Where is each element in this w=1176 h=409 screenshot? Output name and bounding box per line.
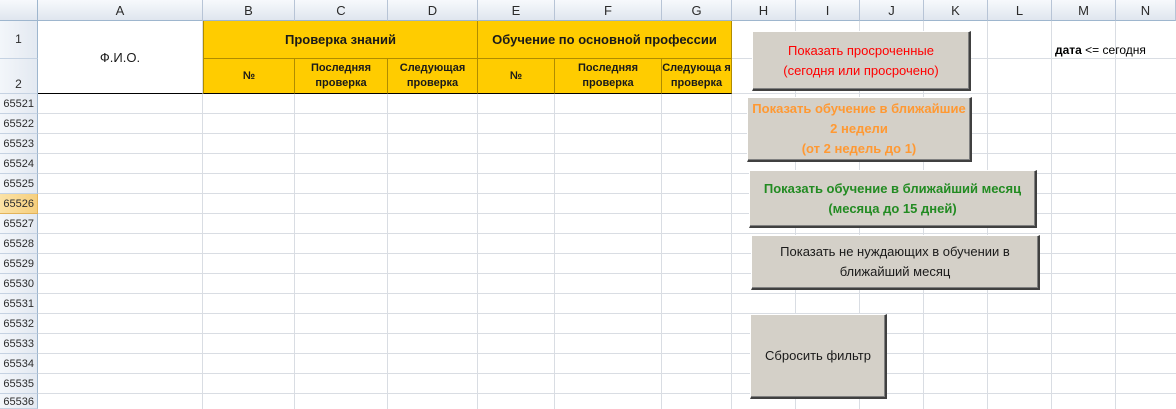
column-header-f[interactable]: F [555, 0, 662, 21]
grid-line [38, 133, 1176, 134]
column-header-h[interactable]: H [732, 0, 796, 21]
row-header[interactable]: 65528 [0, 234, 38, 254]
column-header-m[interactable]: M [1052, 0, 1116, 21]
column-header-k[interactable]: K [924, 0, 988, 21]
header-next-check-1[interactable]: Следующая проверка [388, 59, 478, 94]
row-header[interactable]: 65534 [0, 354, 38, 374]
grid-line [1051, 21, 1052, 409]
grid-line [38, 313, 1176, 314]
grid-line [38, 113, 1176, 114]
show-two-weeks-button[interactable]: Показать обучение в ближайшие 2 недели (… [747, 97, 972, 162]
row-header[interactable]: 65536 [0, 394, 38, 409]
header-fio-cell[interactable]: Ф.И.О. [38, 21, 203, 94]
row-header-2[interactable]: 2 [0, 59, 38, 94]
column-header-a[interactable]: A [38, 0, 203, 21]
note-bold-text: дата [1055, 43, 1082, 57]
column-header-n[interactable]: N [1116, 0, 1176, 21]
row-header[interactable]: 65530 [0, 274, 38, 294]
row-header[interactable]: 65521 [0, 94, 38, 114]
header-last-check-1[interactable]: Последняя проверка [295, 59, 388, 94]
header-knowledge-check[interactable]: Проверка знаний [203, 21, 478, 59]
row-header[interactable]: 65523 [0, 134, 38, 154]
header-training-main[interactable]: Обучение по основной профессии [478, 21, 732, 59]
row-header[interactable]: 65535 [0, 374, 38, 394]
row-header[interactable]: 65522 [0, 114, 38, 134]
header-next-check-2[interactable]: Следующа я проверка [662, 59, 732, 94]
row-header[interactable]: 65525 [0, 174, 38, 194]
grid-line [38, 373, 1176, 374]
show-month-button[interactable]: Показать обучение в ближайший месяц (мес… [749, 170, 1037, 228]
grid-line [38, 393, 1176, 394]
row-header[interactable]: 65527 [0, 214, 38, 234]
row-header-selected[interactable]: 65526 [0, 194, 38, 214]
column-header-l[interactable]: L [988, 0, 1052, 21]
grid-line [38, 353, 1176, 354]
row-header[interactable]: 65532 [0, 314, 38, 334]
show-not-needed-button[interactable]: Показать не нуждающих в обучении в ближа… [751, 235, 1040, 290]
column-header-b[interactable]: B [203, 0, 295, 21]
row-header[interactable]: 65524 [0, 154, 38, 174]
column-header-j[interactable]: J [860, 0, 924, 21]
grid-line [38, 153, 1176, 154]
row-header[interactable]: 65533 [0, 334, 38, 354]
row-header-1[interactable]: 1 [0, 21, 38, 59]
header-number-2[interactable]: № [478, 59, 555, 94]
select-all-corner[interactable] [0, 0, 38, 21]
grid-line [38, 293, 1176, 294]
header-last-check-2[interactable]: Последняя проверка [555, 59, 662, 94]
grid-line [1115, 21, 1116, 409]
grid-line [38, 233, 1176, 234]
note-text: <= сегодня [1081, 43, 1146, 57]
header-number-1[interactable]: № [203, 59, 295, 94]
row-header[interactable]: 65529 [0, 254, 38, 274]
reset-filter-button[interactable]: Сбросить фильтр [750, 314, 887, 399]
date-condition-note: дата <= сегодня [1055, 43, 1146, 57]
spreadsheet: A B C D E F G H I J K L M N 1 2 65521 65… [0, 0, 1176, 409]
grid-line [38, 333, 1176, 334]
column-header-c[interactable]: C [295, 0, 388, 21]
show-overdue-button[interactable]: Показать просроченные (сегодня или проср… [752, 31, 971, 91]
column-header-i[interactable]: I [796, 0, 860, 21]
column-header-d[interactable]: D [388, 0, 478, 21]
column-header-e[interactable]: E [478, 0, 555, 21]
row-header[interactable]: 65531 [0, 294, 38, 314]
column-header-g[interactable]: G [662, 0, 732, 21]
